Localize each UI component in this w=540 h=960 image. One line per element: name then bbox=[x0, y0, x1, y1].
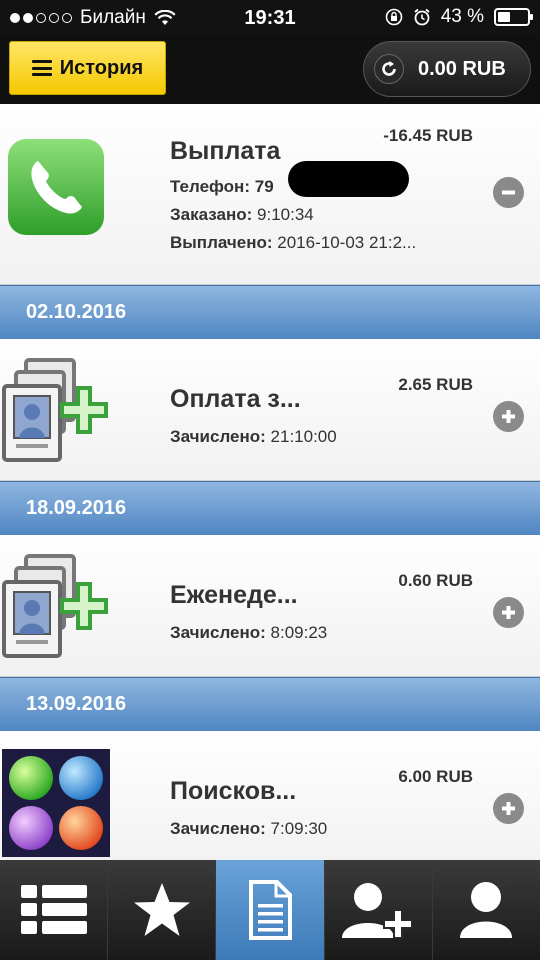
redaction-mark bbox=[288, 161, 409, 197]
item-title: Поисков... bbox=[170, 777, 297, 805]
carrier-name: Билайн bbox=[80, 7, 146, 28]
date-header: 18.09.2016 bbox=[0, 481, 540, 535]
list-icon bbox=[20, 885, 87, 934]
add-contacts-icon bbox=[2, 554, 110, 669]
add-user-icon bbox=[342, 883, 414, 939]
rotation-lock-icon bbox=[385, 8, 402, 26]
date-header: 13.09.2016 bbox=[0, 677, 540, 731]
toolbar: История 0.00 RUB bbox=[0, 36, 540, 104]
minus-icon[interactable] bbox=[493, 177, 524, 208]
tab-favorites[interactable] bbox=[108, 860, 217, 960]
plus-icon[interactable] bbox=[493, 793, 524, 824]
item-amount: 2.65 RUB bbox=[398, 375, 473, 394]
menu-icon bbox=[31, 60, 52, 76]
list-item[interactable]: Оплата з... 2.65 RUB Зачислено: 21:10:00 bbox=[0, 339, 540, 481]
item-amount: 0.60 RUB bbox=[398, 571, 473, 590]
phone-icon bbox=[8, 139, 104, 240]
item-amount: 6.00 RUB bbox=[398, 767, 473, 786]
signal-strength-icon bbox=[10, 13, 72, 23]
item-detail: Зачислено: 8:09:23 bbox=[170, 623, 328, 642]
history-list: Выплата -16.45 RUB Телефон: 79 Заказано:… bbox=[0, 104, 540, 860]
item-title: Выплата bbox=[170, 137, 281, 165]
item-detail: Выплачено: 2016-10-03 21:2... bbox=[170, 233, 417, 252]
wifi-icon bbox=[154, 10, 176, 25]
item-title: Оплата з... bbox=[170, 385, 301, 413]
tab-history[interactable] bbox=[216, 860, 325, 960]
date-header: 02.10.2016 bbox=[0, 285, 540, 339]
user-icon bbox=[460, 882, 513, 938]
battery-percent: 43 % bbox=[440, 6, 484, 27]
list-item[interactable]: Поисков... 6.00 RUB Зачислено: 7:09:30 bbox=[0, 731, 540, 860]
item-title: Еженеде... bbox=[170, 581, 298, 609]
item-detail: Телефон: 79 bbox=[170, 177, 274, 196]
refresh-icon bbox=[374, 54, 404, 84]
tab-bar bbox=[0, 860, 540, 960]
tab-invite[interactable] bbox=[324, 860, 433, 960]
item-detail: Зачислено: 21:10:00 bbox=[170, 427, 337, 446]
alarm-icon bbox=[414, 8, 430, 26]
add-contacts-icon bbox=[2, 358, 110, 473]
plus-icon[interactable] bbox=[493, 401, 524, 432]
plus-icon[interactable] bbox=[493, 597, 524, 628]
star-icon bbox=[133, 883, 190, 936]
list-item[interactable]: Выплата -16.45 RUB Телефон: 79 Заказано:… bbox=[0, 104, 540, 285]
color-balls-icon bbox=[2, 749, 110, 860]
history-menu-button[interactable]: История bbox=[9, 41, 166, 95]
balance-refresh-button[interactable]: 0.00 RUB bbox=[363, 41, 531, 97]
document-icon bbox=[249, 880, 292, 940]
item-amount: -16.45 RUB bbox=[383, 126, 473, 145]
balance-amount: 0.00 RUB bbox=[418, 57, 506, 80]
history-label: История bbox=[59, 56, 144, 79]
item-detail: Заказано: 9:10:34 bbox=[170, 205, 314, 224]
tab-list[interactable] bbox=[0, 860, 109, 960]
item-detail: Зачислено: 7:09:30 bbox=[170, 819, 328, 838]
battery-icon bbox=[494, 8, 533, 26]
status-bar: Билайн 19:31 43 % bbox=[0, 0, 540, 36]
tab-profile[interactable] bbox=[432, 860, 540, 960]
list-item[interactable]: Еженеде... 0.60 RUB Зачислено: 8:09:23 bbox=[0, 535, 540, 677]
